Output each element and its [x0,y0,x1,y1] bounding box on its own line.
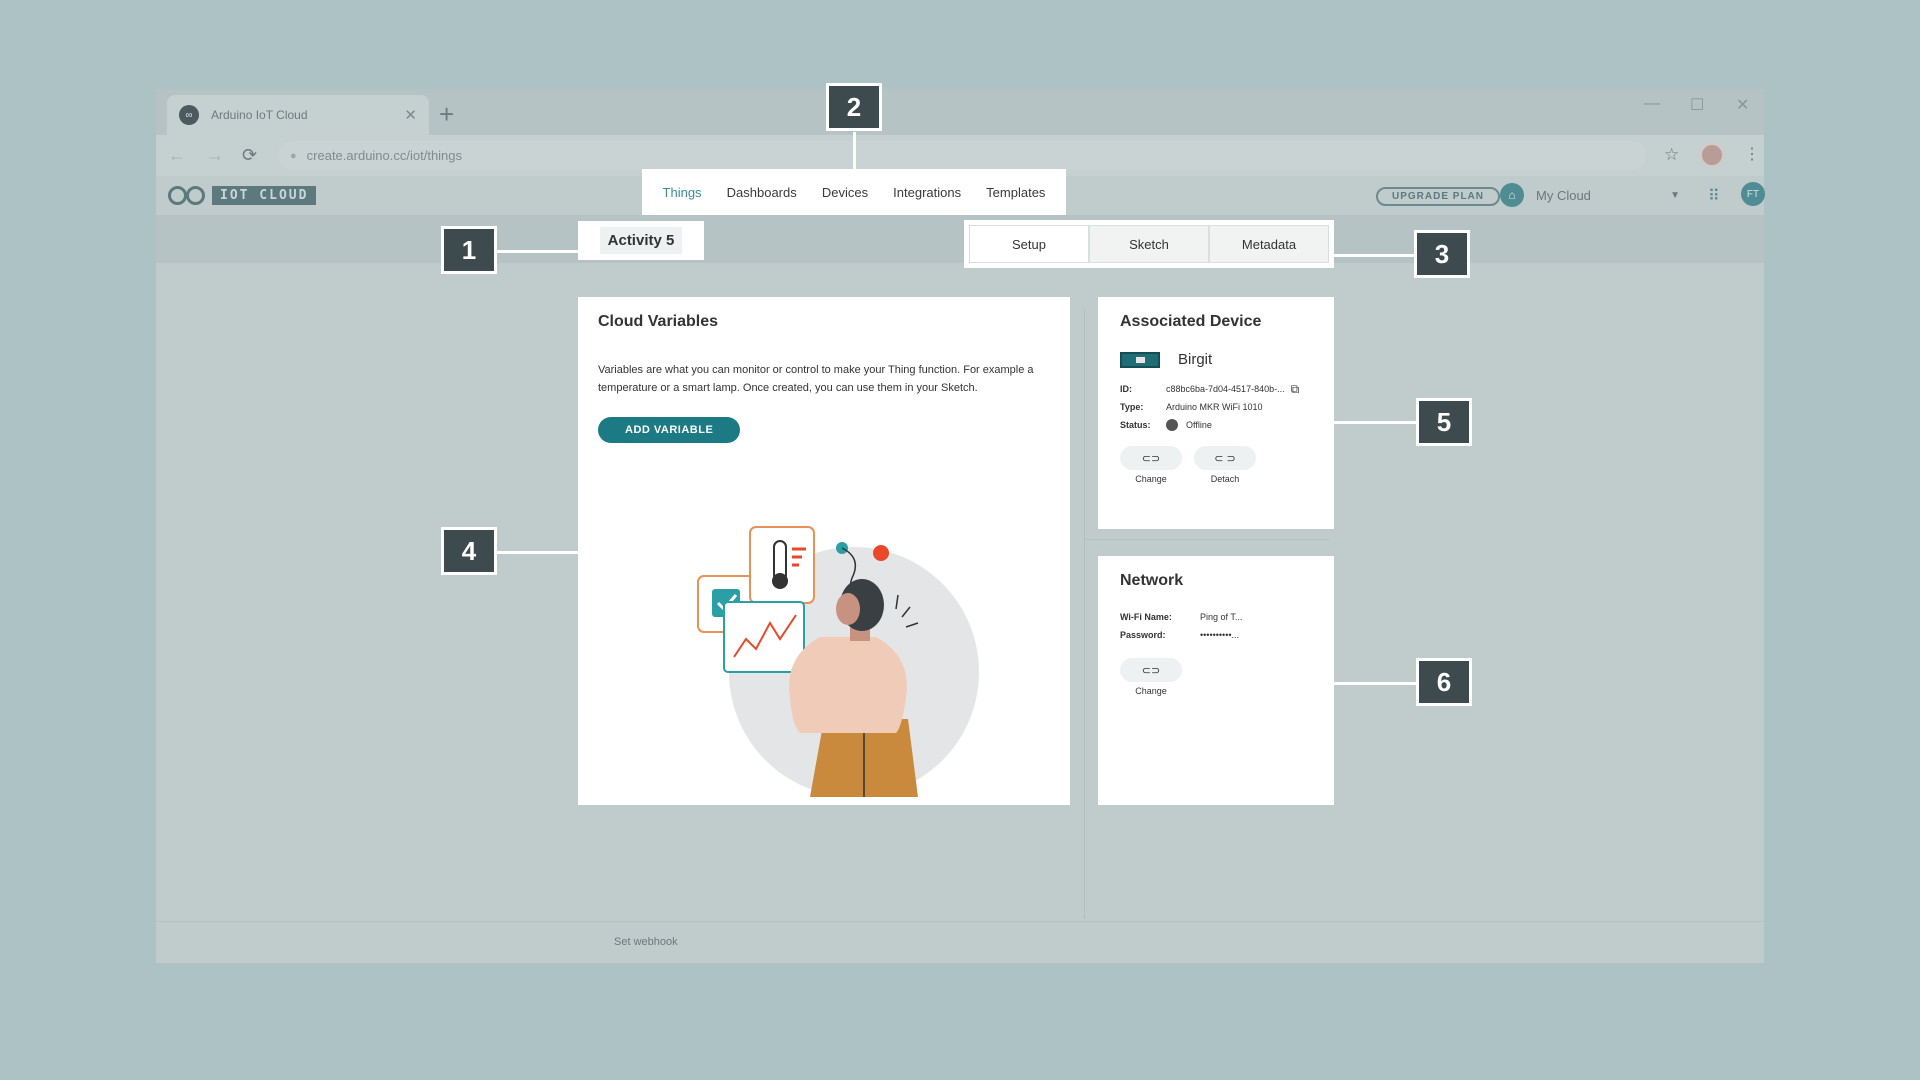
section-divider [1086,539,1329,540]
browser-window: ∞ Arduino IoT Cloud ✕ + — ☐ ✕ ← → ⟳ ● cr… [156,89,1765,963]
network-card: Network Wi-Fi Name: Ping of T... Passwor… [1098,556,1334,805]
cloud-variables-description: Variables are what you can monitor or co… [598,364,1034,394]
user-avatar[interactable]: FT [1741,182,1765,206]
cloud-variables-card: Cloud Variables Variables are what you c… [578,297,1070,805]
device-status-label: Status: [1120,420,1151,430]
nav-devices[interactable]: Devices [822,185,868,200]
url-field[interactable]: ● create.arduino.cc/iot/things [278,141,1646,170]
browser-profile-avatar[interactable] [1700,143,1724,167]
close-window-icon[interactable]: ✕ [1736,95,1749,115]
logo-text: IOT CLOUD [212,185,317,205]
password-label: Password: [1120,630,1166,640]
add-variable-button[interactable]: ADD VARIABLE [598,417,741,443]
cloud-variables-title: Cloud Variables [598,313,719,330]
detach-device-label: Detach [1210,474,1240,484]
network-actions: ⊂⊃ Change [1120,658,1312,696]
arduino-favicon-icon: ∞ [179,105,199,125]
device-id-label: ID: [1120,384,1132,394]
board-icon [1120,351,1160,368]
tab-strip: ∞ Arduino IoT Cloud ✕ + — ☐ ✕ [156,89,1764,135]
copy-icon[interactable]: ⧉ [1291,382,1300,397]
maximize-icon[interactable]: ☐ [1690,95,1704,115]
upgrade-plan-button[interactable]: UPGRADE PLAN [1376,187,1501,206]
callout-4: 4 [441,527,497,575]
change-network-action: ⊂⊃ Change [1120,658,1182,696]
callout-2-connector [853,132,856,184]
thing-name-field[interactable]: Activity 5 [578,221,704,260]
reload-icon[interactable]: ⟳ [242,145,257,166]
device-actions: ⊂⊃ Change ⊂ ⊃ Detach [1120,446,1312,484]
device-name: Birgit [1178,351,1213,368]
nav-dashboards[interactable]: Dashboards [727,185,797,200]
callout-6-connector [1334,682,1418,685]
minimize-icon[interactable]: — [1644,95,1660,113]
callout-6: 6 [1416,658,1472,706]
associated-device-title: Associated Device [1120,313,1262,330]
device-type-label: Type: [1120,402,1144,412]
browser-menu-icon[interactable]: ⋮ [1744,144,1760,164]
network-details: Wi-Fi Name: Ping of T... Password: •••••… [1120,608,1312,644]
browser-tab[interactable]: ∞ Arduino IoT Cloud ✕ [167,95,429,135]
back-icon[interactable]: ← [168,145,186,166]
empty-state-illustration [697,526,979,797]
thing-tabs: Setup Sketch Metadata [964,220,1334,268]
browser-tab-title: Arduino IoT Cloud [211,108,308,122]
chevron-down-icon: ▼ [1670,189,1680,201]
nav-things[interactable]: Things [663,185,702,200]
thing-subheader: Activity 5 Setup Sketch Metadata [156,216,1764,268]
thing-name: Activity 5 [599,227,683,254]
device-details: ID: c88bc6ba-7d04-4517-840b-... ⧉ Type: … [1120,380,1312,434]
close-tab-icon[interactable]: ✕ [404,106,417,124]
callout-5-connector [1334,421,1418,424]
lock-icon: ● [290,149,297,162]
device-id-value: c88bc6ba-7d04-4517-840b-... [1166,384,1285,394]
device-status-value: Offline [1186,420,1212,430]
change-device-button[interactable]: ⊂⊃ [1120,446,1182,470]
app-header: IOT CLOUD Things Dashboards Devices Inte… [156,169,1765,216]
callout-1-connector [496,250,580,253]
network-title: Network [1120,572,1184,589]
link-icon: ⊂⊃ [1141,452,1161,465]
detach-device-button[interactable]: ⊂ ⊃ [1194,446,1256,470]
status-offline-icon [1166,419,1178,431]
wifi-name-label: Wi-Fi Name: [1120,612,1172,622]
set-webhook-link[interactable]: Set webhook [614,936,678,948]
tab-metadata[interactable]: Metadata [1209,225,1329,263]
callout-3: 3 [1414,230,1470,278]
bookmark-star-icon[interactable]: ☆ [1664,145,1679,165]
change-device-label: Change [1135,474,1167,484]
associated-device-card: Associated Device Birgit ID: c88bc6ba-7d… [1098,297,1334,529]
change-device-action: ⊂⊃ Change [1120,446,1182,484]
url-text: create.arduino.cc/iot/things [306,148,463,163]
link-icon: ⊂⊃ [1141,664,1161,677]
tab-sketch[interactable]: Sketch [1089,225,1209,263]
device-type-value: Arduino MKR WiFi 1010 [1166,402,1263,412]
callout-5: 5 [1416,398,1472,446]
iot-cloud-logo[interactable]: IOT CLOUD [168,185,317,205]
forward-icon[interactable]: → [206,145,224,166]
wifi-name-value: Ping of T... [1200,612,1243,622]
space-selector[interactable]: ⌂ My Cloud ▼ [1500,180,1680,210]
callout-1: 1 [441,226,497,274]
new-tab-icon[interactable]: + [439,99,454,130]
callout-3-connector [1334,254,1418,257]
space-name: My Cloud [1536,187,1591,203]
callout-4-connector [496,551,578,554]
detach-device-action: ⊂ ⊃ Detach [1194,446,1256,484]
nav-integrations[interactable]: Integrations [893,185,961,200]
column-divider [1084,309,1085,919]
nav-templates[interactable]: Templates [986,185,1045,200]
arduino-logo-icon [168,185,208,205]
unlink-icon: ⊂ ⊃ [1214,452,1236,465]
change-network-label: Change [1135,686,1167,696]
home-icon: ⌂ [1500,183,1524,207]
device-row[interactable]: Birgit [1120,351,1312,368]
callout-2: 2 [826,83,882,131]
page-footer: Set webhook [156,921,1764,963]
tab-setup[interactable]: Setup [969,225,1089,263]
change-network-button[interactable]: ⊂⊃ [1120,658,1182,682]
apps-grid-icon[interactable]: ⠿ [1708,186,1720,206]
password-value: ••••••••••... [1200,630,1240,640]
